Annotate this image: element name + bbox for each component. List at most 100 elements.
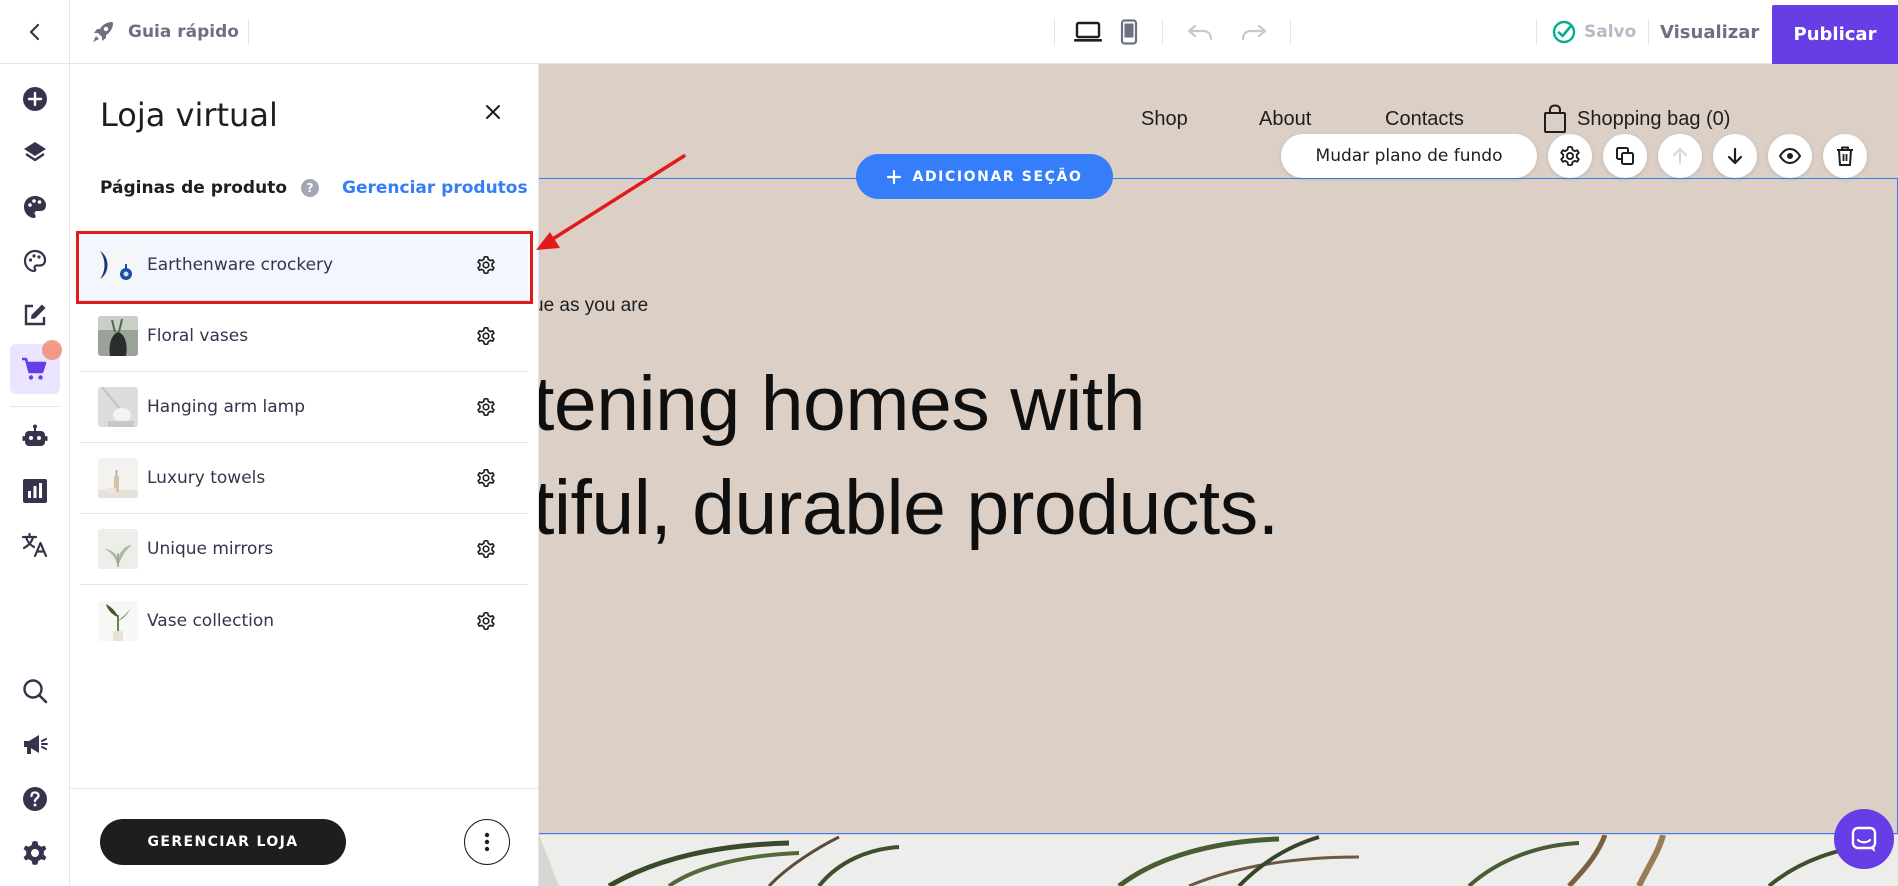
check-circle-icon (1552, 20, 1576, 44)
shopping-bag-icon (1543, 104, 1567, 134)
section-settings-button[interactable] (1548, 134, 1592, 178)
help-icon (22, 786, 48, 812)
shopping-bag-label: Shopping bag (0) (1577, 107, 1731, 130)
settings-button[interactable] (10, 828, 60, 878)
editor-canvas: Shop About Contacts Shopping bag (0) ADI… (539, 64, 1898, 886)
chevron-left-icon (25, 22, 45, 42)
chat-button[interactable] (1834, 809, 1894, 869)
search-button[interactable] (10, 666, 60, 716)
help-button[interactable] (10, 774, 60, 824)
mobile-view-button[interactable] (1111, 14, 1147, 50)
change-background-button[interactable]: Mudar plano de fundo (1281, 134, 1537, 178)
shopping-bag-link[interactable]: Shopping bag (0) (1543, 104, 1730, 134)
back-button[interactable] (0, 0, 70, 64)
move-section-down-button[interactable] (1713, 134, 1757, 178)
undo-icon (1186, 23, 1214, 41)
divider (10, 406, 60, 407)
marketing-button[interactable] (10, 720, 60, 770)
divider (1536, 19, 1537, 45)
product-row-luxury-towels[interactable]: Luxury towels (80, 443, 528, 514)
product-name: Hanging arm lamp (147, 397, 306, 417)
styles-button[interactable] (10, 182, 60, 232)
product-settings-gear-icon[interactable] (472, 607, 500, 635)
close-icon (485, 104, 501, 120)
preview-button[interactable]: Visualizar (1660, 0, 1759, 64)
product-settings-gear-icon[interactable] (472, 322, 500, 350)
edit-icon (22, 302, 48, 328)
left-sidebar (0, 64, 70, 886)
chart-icon (22, 478, 48, 504)
plus-circle-icon (22, 86, 48, 112)
product-row-vase-collection[interactable]: Vase collection (80, 585, 528, 656)
plus-icon (886, 169, 901, 184)
product-thumbnail (98, 316, 138, 356)
more-options-button[interactable] (464, 819, 510, 865)
more-vertical-icon (484, 832, 490, 852)
add-section-button[interactable]: ADICIONAR SEÇÃO (856, 154, 1113, 199)
redo-icon (1240, 23, 1268, 41)
translate-button[interactable] (10, 520, 60, 570)
analytics-button[interactable] (10, 466, 60, 516)
palette-outline-icon (22, 248, 48, 274)
product-row-unique-mirrors[interactable]: Unique mirrors (80, 514, 528, 585)
trash-icon (1836, 146, 1854, 166)
save-status: Salvo (1552, 0, 1636, 64)
arrow-up-icon (1672, 147, 1688, 165)
move-section-up-button[interactable] (1658, 134, 1702, 178)
manage-products-link[interactable]: Gerenciar produtos (342, 178, 528, 198)
undo-button[interactable] (1182, 14, 1218, 50)
help-icon[interactable]: ? (301, 179, 320, 197)
product-pages-heading: Páginas de produto ? (100, 178, 320, 198)
redo-button[interactable] (1236, 14, 1272, 50)
mobile-icon (1120, 19, 1138, 45)
product-settings-gear-icon[interactable] (472, 251, 500, 279)
product-settings-gear-icon[interactable] (472, 535, 500, 563)
divider (1290, 19, 1291, 45)
ai-tools-button[interactable] (10, 412, 60, 462)
desktop-view-button[interactable] (1070, 14, 1106, 50)
nav-link-shop[interactable]: Shop (1141, 108, 1188, 131)
theme-button[interactable] (10, 236, 60, 286)
product-name: Earthenware crockery (147, 255, 334, 275)
quick-guide-button[interactable]: Guia rápido (90, 0, 239, 64)
quick-guide-label: Guia rápido (128, 22, 239, 42)
top-bar: Guia rápido Salvo Visualizar Publicar (0, 0, 1898, 64)
duplicate-section-button[interactable] (1603, 134, 1647, 178)
nav-link-about[interactable]: About (1259, 108, 1311, 131)
hero-heading-line-2: tiful, durable products. (539, 465, 1279, 551)
divider (70, 788, 539, 789)
delete-section-button[interactable] (1823, 134, 1867, 178)
edit-content-button[interactable] (10, 290, 60, 340)
product-row-hanging-arm-lamp[interactable]: Hanging arm lamp (80, 372, 528, 443)
product-thumbnail (98, 458, 138, 498)
product-settings-gear-icon[interactable] (472, 393, 500, 421)
plant-image (539, 835, 1898, 886)
add-element-button[interactable] (10, 74, 60, 124)
product-row-floral-vases[interactable]: Floral vases (80, 301, 528, 372)
hero-subtitle: ue as you are (539, 295, 649, 316)
divider (1054, 19, 1055, 45)
search-icon (22, 678, 48, 704)
product-thumbnail (98, 600, 138, 641)
product-thumbnail (98, 387, 138, 427)
product-settings-gear-icon[interactable] (472, 464, 500, 492)
notification-dot (42, 340, 62, 360)
online-store-button[interactable] (10, 340, 62, 394)
layers-button[interactable] (10, 128, 60, 178)
megaphone-icon (21, 732, 49, 758)
publish-button[interactable]: Publicar (1772, 5, 1898, 64)
divider (1162, 19, 1163, 45)
nav-link-contacts[interactable]: Contacts (1385, 108, 1464, 131)
eye-icon (1779, 148, 1801, 164)
gear-icon (1560, 146, 1580, 166)
product-row-earthenware-crockery[interactable]: Earthenware crockery (80, 230, 528, 301)
gear-icon (22, 840, 48, 866)
close-panel-button[interactable] (475, 94, 511, 130)
toggle-visibility-button[interactable] (1768, 134, 1812, 178)
translate-icon (21, 532, 49, 558)
layers-icon (22, 140, 48, 166)
manage-store-button[interactable]: GERENCIAR LOJA (100, 819, 346, 865)
product-name: Floral vases (147, 326, 249, 346)
product-pages-label: Páginas de produto (100, 178, 288, 198)
robot-icon (22, 424, 48, 450)
